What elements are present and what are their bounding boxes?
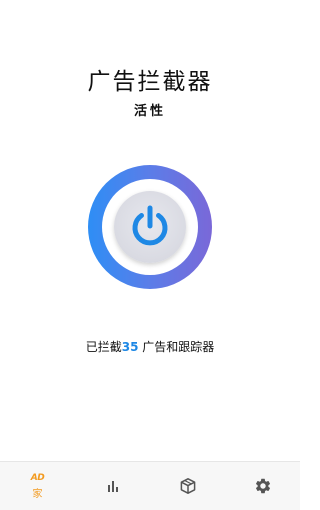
status-label: 活性 [133,104,166,119]
nav-stats[interactable] [75,462,150,510]
app-screen: 广告拦截器 活性 已拦截35 广告和跟踪器 AD 家 [0,0,300,510]
nav-settings[interactable] [225,462,300,510]
power-button-core [114,191,186,263]
blocked-suffix: 广告和跟踪器 [138,340,215,354]
box-icon [180,478,195,494]
bottom-navigation: AD 家 [0,461,300,510]
blocked-prefix: 已拦截 [85,340,122,354]
power-button-ring [102,179,198,275]
gear-icon [255,478,270,494]
nav-packages[interactable] [150,462,225,510]
power-toggle-button[interactable] [88,165,212,289]
nav-home[interactable]: AD 家 [0,462,75,510]
power-icon [132,205,168,246]
nav-home-label: 家 [32,488,43,500]
bar-chart-icon [107,481,118,492]
blocked-summary: 已拦截35 广告和跟踪器 [0,338,300,355]
app-title: 广告拦截器 [87,69,213,95]
blocked-count: 35 [121,340,139,354]
home-ad-icon: AD [30,472,45,483]
